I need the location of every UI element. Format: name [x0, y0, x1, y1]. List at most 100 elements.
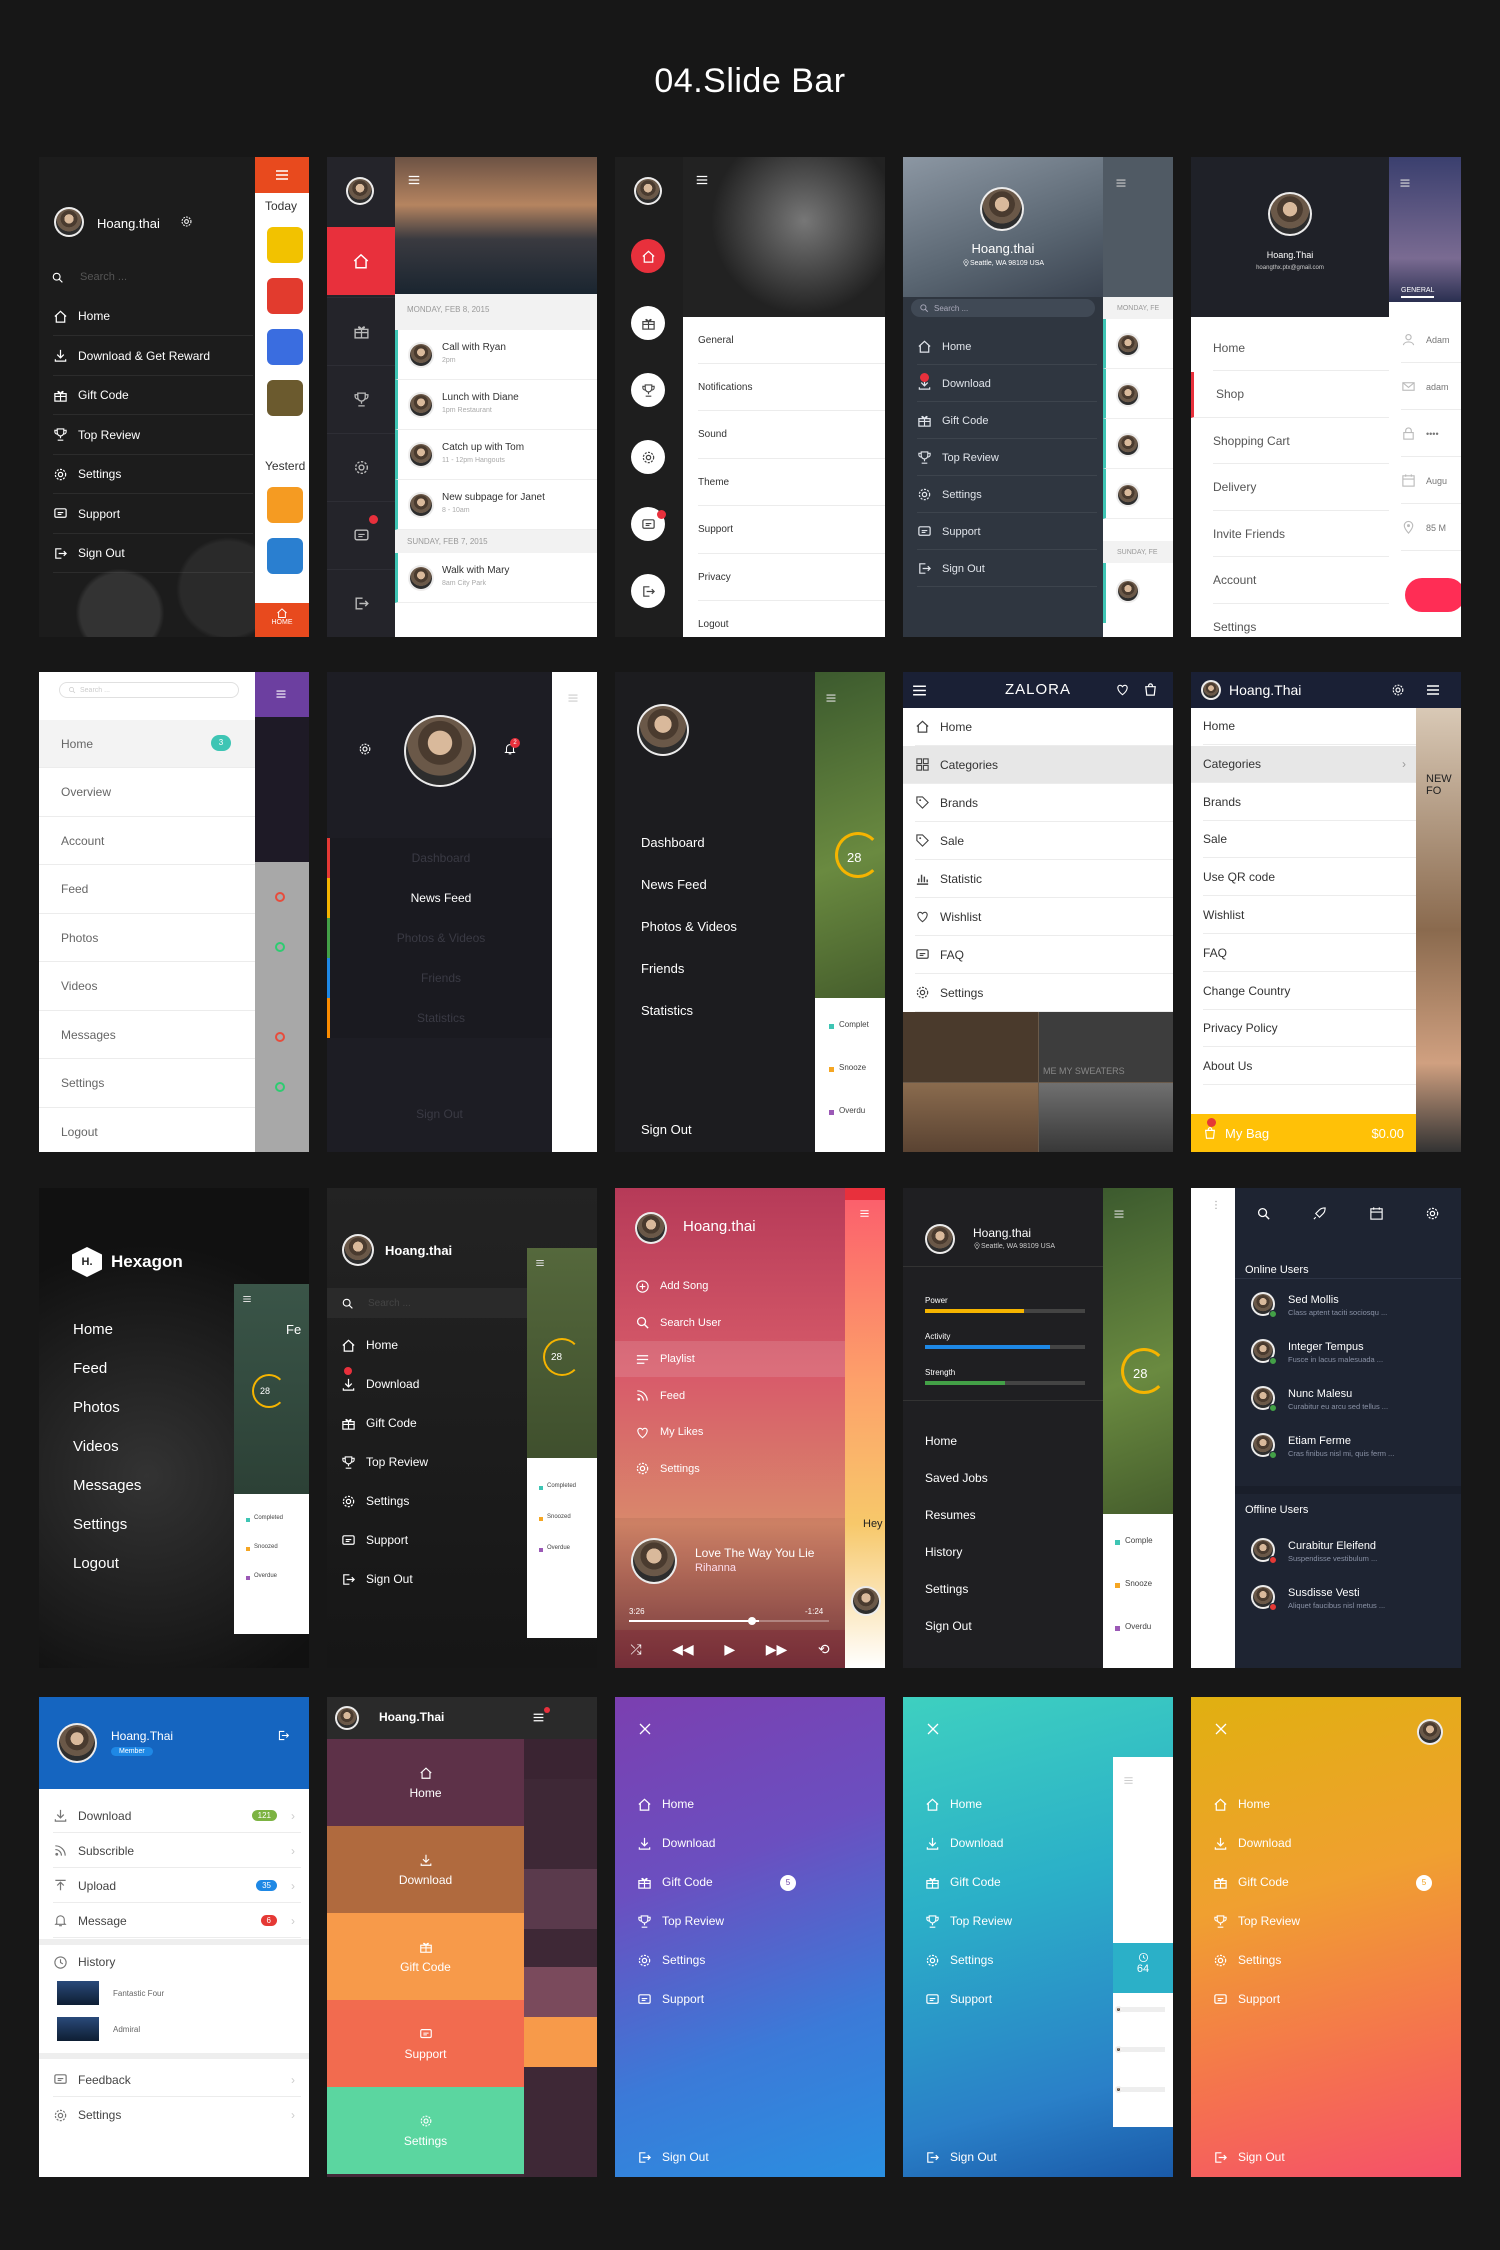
- rail-home[interactable]: [631, 239, 665, 273]
- form-field[interactable]: ••••: [1401, 411, 1461, 457]
- menu-item[interactable]: Videos: [39, 963, 255, 1011]
- progress-handle[interactable]: [748, 1617, 756, 1625]
- menu-item[interactable]: Top Review: [637, 1902, 857, 1940]
- menu-item[interactable]: Friends: [641, 961, 684, 976]
- avatar[interactable]: [634, 177, 662, 205]
- avatar[interactable]: [1268, 192, 1312, 236]
- sign-out-button[interactable]: Sign Out: [641, 1122, 692, 1137]
- avatar[interactable]: [1116, 579, 1140, 603]
- menu-item[interactable]: Resumes: [925, 1508, 976, 1522]
- menu-item[interactable]: Use QR code: [1203, 859, 1416, 897]
- avatar[interactable]: [925, 1224, 955, 1254]
- menu-item[interactable]: Home: [73, 1321, 113, 1338]
- menu-item[interactable]: Download: [341, 1365, 527, 1403]
- menu-button[interactable]: [1123, 1775, 1134, 1786]
- menu-item[interactable]: Sign Out: [637, 2142, 857, 2172]
- menu-item[interactable]: Account: [1213, 558, 1389, 604]
- menu-item[interactable]: Dashboard: [641, 835, 705, 850]
- menu-item[interactable]: Statistics: [641, 1003, 693, 1018]
- menu-item[interactable]: Saved Jobs: [925, 1471, 988, 1485]
- gear-button[interactable]: [358, 742, 372, 756]
- sidebar-item-2[interactable]: Gift Code: [53, 376, 253, 415]
- form-field[interactable]: Augu: [1401, 458, 1461, 504]
- menu-item[interactable]: Home: [915, 708, 1173, 746]
- gear-button[interactable]: [1391, 683, 1405, 697]
- menu-button[interactable]: [255, 157, 309, 193]
- menu-item[interactable]: Home: [1203, 708, 1416, 745]
- avatar[interactable]: [631, 1538, 677, 1584]
- menu-item[interactable]: Feed: [635, 1378, 835, 1414]
- menu-item[interactable]: Home: [637, 1785, 857, 1823]
- search-input[interactable]: Search ...: [80, 271, 127, 283]
- menu-item[interactable]: Shopping Cart: [1213, 418, 1389, 464]
- menu-button[interactable]: [567, 692, 579, 704]
- avatar[interactable]: [408, 492, 434, 518]
- menu-item[interactable]: Sign Out: [1213, 2142, 1433, 2172]
- avatar[interactable]: [1115, 2046, 1122, 2053]
- settings-item[interactable]: Notifications: [698, 364, 885, 412]
- menu-item[interactable]: Gift Code: [1213, 1863, 1433, 1901]
- search-input[interactable]: Search ...: [934, 304, 968, 313]
- menu-item[interactable]: Home: [1213, 1785, 1433, 1823]
- menu-item[interactable]: Brands: [1203, 784, 1416, 821]
- menu-item[interactable]: Home: [341, 1326, 527, 1364]
- heart-button[interactable]: [1115, 682, 1130, 697]
- menu-item[interactable]: News Feed: [327, 878, 552, 918]
- sidebar-item-0[interactable]: Home: [53, 297, 253, 336]
- menu-item[interactable]: Support: [1213, 1980, 1433, 2018]
- menu-item[interactable]: Categories: [903, 746, 1173, 784]
- user-name[interactable]: Sed Mollis: [1288, 1294, 1339, 1306]
- menu-item[interactable]: Settings: [1213, 1941, 1433, 1979]
- player-control-button[interactable]: ▶▶: [766, 1641, 788, 1658]
- avatar[interactable]: [1201, 680, 1221, 700]
- menu-item[interactable]: Logout: [39, 1108, 255, 1152]
- menu-item[interactable]: Feed: [73, 1360, 107, 1377]
- menu-tile[interactable]: Settings: [327, 2087, 524, 2174]
- menu-button[interactable]: [1113, 1208, 1125, 1220]
- menu-item[interactable]: Settings: [925, 1582, 968, 1596]
- menu-item[interactable]: About Us: [1203, 1048, 1416, 1086]
- menu-tile[interactable]: Support: [327, 2000, 524, 2087]
- menu-button[interactable]: [535, 1258, 545, 1268]
- avatar[interactable]: [408, 565, 434, 591]
- event-row[interactable]: New subpage for Janet 8 - 10am: [395, 480, 597, 530]
- home-tab[interactable]: HOME: [255, 603, 309, 637]
- menu-item[interactable]: Playlist: [615, 1341, 845, 1377]
- menu-item[interactable]: Search User: [635, 1305, 835, 1341]
- event-row[interactable]: [1103, 419, 1173, 469]
- menu-item[interactable]: Categories ›: [1191, 745, 1416, 783]
- menu-item[interactable]: Download: [925, 1824, 1125, 1862]
- menu-item[interactable]: Wishlist: [915, 898, 1173, 936]
- rail-signout[interactable]: [327, 569, 395, 637]
- settings-item[interactable]: General: [698, 317, 885, 364]
- menu-item[interactable]: History: [925, 1545, 962, 1559]
- avatar[interactable]: [1116, 433, 1140, 457]
- event-row[interactable]: Catch up with Tom 11 - 12pm Hangouts: [395, 430, 597, 480]
- rail-trophy[interactable]: [327, 365, 395, 433]
- search-bar[interactable]: Search ...: [911, 299, 1095, 317]
- user-name[interactable]: Susdisse Vesti: [1288, 1587, 1360, 1599]
- sign-out-button[interactable]: Sign Out: [327, 1107, 552, 1121]
- more-vertical-icon[interactable]: ⋮: [1211, 1201, 1221, 1226]
- avatar[interactable]: [342, 1234, 374, 1266]
- menu-item[interactable]: Download 121 ›: [53, 1799, 301, 1833]
- menu-item[interactable]: Delivery: [1213, 465, 1389, 511]
- user-name[interactable]: Nunc Malesu: [1288, 1388, 1352, 1400]
- sidebar-item-6[interactable]: Sign Out: [53, 534, 253, 573]
- menu-item[interactable]: Download: [1213, 1824, 1433, 1862]
- menu-item[interactable]: Settings: [635, 1451, 835, 1487]
- avatar[interactable]: [1116, 333, 1140, 357]
- menu-item[interactable]: My Likes: [635, 1414, 835, 1450]
- menu-item[interactable]: Videos: [73, 1438, 119, 1455]
- menu-item[interactable]: Settings: [341, 1482, 527, 1520]
- menu-button[interactable]: [1425, 682, 1441, 698]
- close-button[interactable]: [1213, 1721, 1229, 1737]
- menu-tile[interactable]: Gift Code: [327, 1913, 524, 2000]
- avatar[interactable]: [1115, 2006, 1122, 2013]
- bag-button[interactable]: [1143, 682, 1158, 697]
- film-thumbnail[interactable]: [57, 1981, 99, 2005]
- avatar[interactable]: [57, 1723, 97, 1763]
- tab-rocket[interactable]: [1312, 1206, 1327, 1221]
- menu-item[interactable]: FAQ: [915, 936, 1173, 974]
- sidebar-item-3[interactable]: Top Review: [53, 416, 253, 455]
